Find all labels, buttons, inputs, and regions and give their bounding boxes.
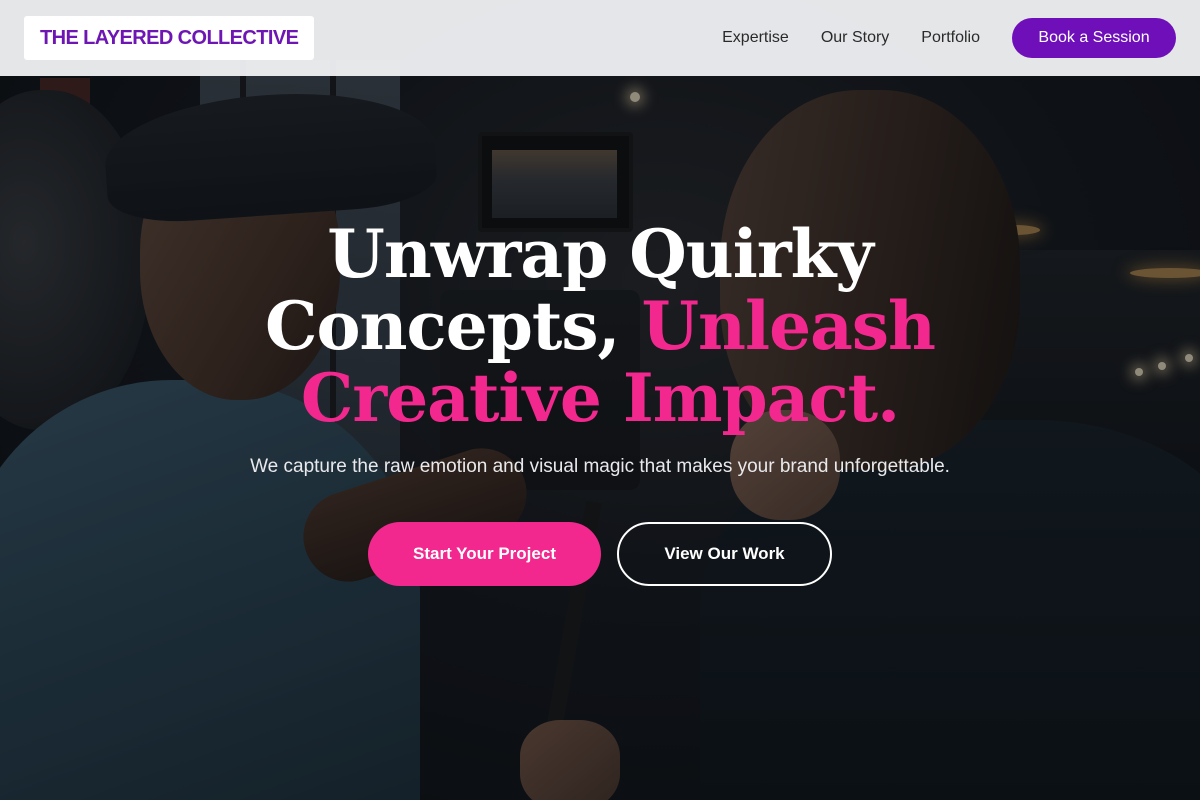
headline-line-3-accent: Creative Impact.	[300, 359, 900, 437]
headline-line-2-white: Concepts,	[265, 287, 642, 365]
hero-section: Unwrap Quirky Concepts, Unleash Creative…	[0, 0, 1200, 800]
nav-link-our-story[interactable]: Our Story	[821, 29, 889, 47]
hero-headline: Unwrap Quirky Concepts, Unleash Creative…	[0, 218, 1200, 434]
nav-link-expertise[interactable]: Expertise	[722, 29, 789, 47]
view-work-button[interactable]: View Our Work	[617, 522, 832, 586]
headline-line-2-accent: Unleash	[641, 287, 936, 365]
book-session-button[interactable]: Book a Session	[1012, 18, 1176, 58]
start-project-button[interactable]: Start Your Project	[368, 522, 601, 586]
main-nav: Expertise Our Story Portfolio Book a Ses…	[722, 18, 1176, 58]
hero-subheadline: We capture the raw emotion and visual ma…	[250, 456, 950, 477]
site-header: THE LAYERED COLLECTIVE Expertise Our Sto…	[0, 0, 1200, 76]
nav-link-portfolio[interactable]: Portfolio	[921, 29, 980, 47]
site-logo[interactable]: THE LAYERED COLLECTIVE	[24, 16, 315, 60]
hero-cta-group: Start Your Project View Our Work	[368, 522, 832, 586]
headline-line-1: Unwrap Quirky	[327, 215, 873, 293]
